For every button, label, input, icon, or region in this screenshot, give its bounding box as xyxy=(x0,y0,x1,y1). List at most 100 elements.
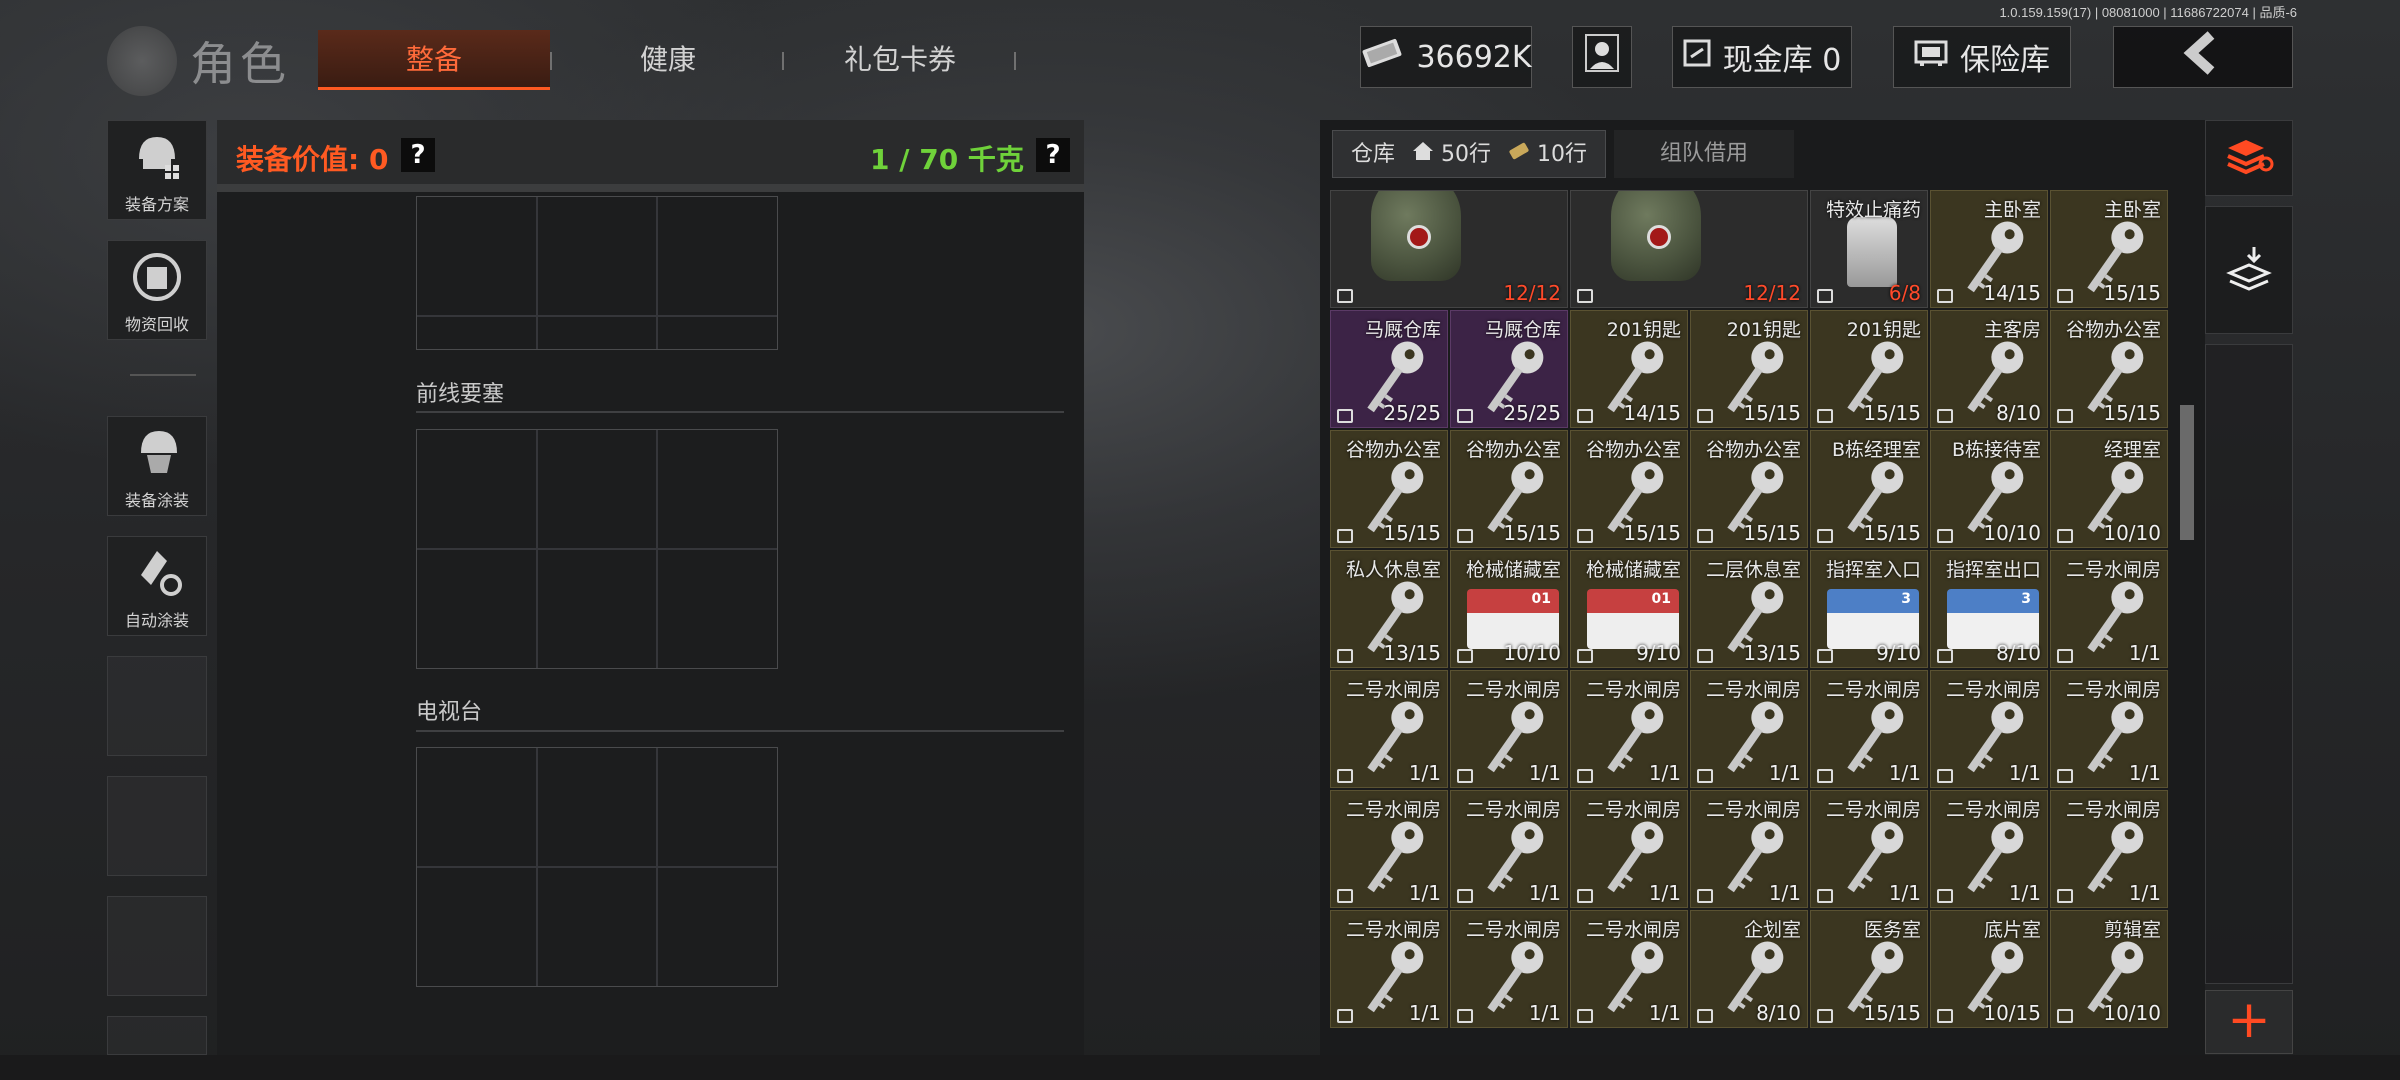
item-quantity: 6/8 xyxy=(1888,281,1921,305)
container-grid[interactable] xyxy=(416,196,778,350)
safe-vault-button[interactable]: 保险库 xyxy=(1893,26,2071,88)
warehouse-item[interactable]: 01 枪械储藏室 10/10 xyxy=(1450,550,1568,668)
warehouse-item[interactable]: 12/12 xyxy=(1570,190,1808,308)
warehouse-item[interactable]: 经理室 10/10 xyxy=(2050,430,2168,548)
warehouse-item[interactable]: 二层休息室 13/15 xyxy=(1690,550,1808,668)
equipment-value-help-icon[interactable]: ? xyxy=(401,138,435,172)
warehouse-item[interactable]: 二号水闸房 1/1 xyxy=(1690,670,1808,788)
warehouse-item[interactable]: 谷物办公室 15/15 xyxy=(1570,430,1688,548)
tab-health[interactable]: 健康 xyxy=(552,30,784,90)
warehouse-item[interactable]: 二号水闸房 1/1 xyxy=(1450,670,1568,788)
tab-gift-cards[interactable]: 礼包卡券 xyxy=(784,30,1016,90)
warehouse-item[interactable]: 二号水闸房 1/1 xyxy=(1570,790,1688,908)
weight-help-icon[interactable]: ? xyxy=(1036,138,1070,172)
item-tag-icon xyxy=(1457,769,1473,783)
warehouse-item[interactable]: B栋接待室 10/10 xyxy=(1930,430,2048,548)
tab-loadout[interactable]: 整备 xyxy=(318,30,550,90)
warehouse-grid: 12/12 12/12 特效止痛药 6/8 主卧室 14/15 主卧室 15/15 马厩仓库 25… xyxy=(1330,190,2170,1055)
sidebar-empty-slot xyxy=(107,1016,207,1055)
warehouse-item[interactable]: 二号水闸房 1/1 xyxy=(1330,910,1448,1028)
item-quantity: 9/10 xyxy=(1876,641,1921,665)
sort-button[interactable] xyxy=(2205,120,2293,196)
warehouse-item[interactable]: 二号水闸房 1/1 xyxy=(1450,910,1568,1028)
item-tag-icon xyxy=(2057,649,2073,663)
sidebar-item-label: 装备涂装 xyxy=(124,491,189,510)
warehouse-item[interactable]: 主卧室 15/15 xyxy=(2050,190,2168,308)
warehouse-item[interactable]: 201钥匙 14/15 xyxy=(1570,310,1688,428)
warehouse-item[interactable]: 二号水闸房 1/1 xyxy=(1930,790,2048,908)
warehouse-item[interactable]: 特效止痛药 6/8 xyxy=(1810,190,1928,308)
trader-button[interactable] xyxy=(1572,26,1632,88)
warehouse-item[interactable]: 二号水闸房 1/1 xyxy=(2050,550,2168,668)
warehouse-item[interactable]: 二号水闸房 1/1 xyxy=(1810,790,1928,908)
warehouse-item[interactable]: 私人休息室 13/15 xyxy=(1330,550,1448,668)
item-tag-icon xyxy=(1457,529,1473,543)
warehouse-item[interactable]: B栋经理室 15/15 xyxy=(1810,430,1928,548)
cash-vault-label: 现金库 0 xyxy=(1722,43,1842,78)
warehouse-item[interactable]: 二号水闸房 1/1 xyxy=(1330,790,1448,908)
sidebar-item-skin[interactable]: 装备涂装 xyxy=(107,416,207,516)
item-tag-icon xyxy=(1817,529,1833,543)
warehouse-item[interactable]: 医务室 15/15 xyxy=(1810,910,1928,1028)
item-name: B栋接待室 xyxy=(1951,439,2041,461)
weight-capacity: 1 / 70 千克 xyxy=(870,143,1024,176)
quick-store-button[interactable] xyxy=(2205,206,2293,334)
item-tag-icon xyxy=(1697,649,1713,663)
tab-warehouse[interactable]: 仓库 50行 10行 xyxy=(1332,130,1607,178)
item-name: 枪械储藏室 xyxy=(1465,559,1561,581)
warehouse-item[interactable]: 二号水闸房 1/1 xyxy=(1690,790,1808,908)
warehouse-item[interactable]: 剪辑室 10/10 xyxy=(2050,910,2168,1028)
warehouse-item[interactable]: 谷物办公室 15/15 xyxy=(1450,430,1568,548)
sidebar-item-label: 物资回收 xyxy=(124,315,189,334)
cash-vault-button[interactable]: 现金库 0 xyxy=(1672,26,1852,88)
item-tag-icon xyxy=(1697,409,1713,423)
warehouse-item[interactable]: 201钥匙 15/15 xyxy=(1690,310,1808,428)
warehouse-item[interactable]: 二号水闸房 1/1 xyxy=(1570,670,1688,788)
warehouse-item[interactable]: 12/12 xyxy=(1330,190,1568,308)
item-name: 剪辑室 xyxy=(2103,919,2161,941)
warehouse-scrollbar[interactable] xyxy=(2180,405,2194,540)
sidebar-item-loadout-plan[interactable]: 装备方案 xyxy=(107,120,207,220)
warehouse-item[interactable]: 3 指挥室出口 8/10 xyxy=(1930,550,2048,668)
sidebar-item-auto-paint[interactable]: 自动涂装 xyxy=(107,536,207,636)
warehouse-item[interactable]: 底片室 10/15 xyxy=(1930,910,2048,1028)
warehouse-item[interactable]: 谷物办公室 15/15 xyxy=(2050,310,2168,428)
page-title: 角色 xyxy=(190,37,290,91)
warehouse-item[interactable]: 二号水闸房 1/1 xyxy=(1570,910,1688,1028)
item-tag-icon xyxy=(1937,649,1953,663)
warehouse-item[interactable]: 二号水闸房 1/1 xyxy=(1810,670,1928,788)
item-tag-icon xyxy=(1937,769,1953,783)
back-button[interactable] xyxy=(2113,26,2293,88)
item-name: 谷物办公室 xyxy=(1585,439,1681,461)
currency-display[interactable]: 36692K xyxy=(1360,26,1532,88)
warehouse-item[interactable]: 马厩仓库 25/25 xyxy=(1450,310,1568,428)
warehouse-item[interactable]: 二号水闸房 1/1 xyxy=(1930,670,2048,788)
tab-team-borrow[interactable]: 组队借用 xyxy=(1614,130,1795,178)
item-quantity: 15/15 xyxy=(1383,521,1441,545)
warehouse-item[interactable]: 主客房 8/10 xyxy=(1930,310,2048,428)
item-quantity: 1/1 xyxy=(1888,761,1921,785)
warehouse-item[interactable]: 01 枪械储藏室 9/10 xyxy=(1570,550,1688,668)
warehouse-item[interactable]: 二号水闸房 1/1 xyxy=(1450,790,1568,908)
item-quantity: 10/15 xyxy=(1983,1001,2041,1025)
container-grid[interactable] xyxy=(416,429,778,669)
item-quantity: 1/1 xyxy=(1768,881,1801,905)
item-quantity: 15/15 xyxy=(2103,401,2161,425)
warehouse-item[interactable]: 马厩仓库 25/25 xyxy=(1330,310,1448,428)
warehouse-item[interactable]: 谷物办公室 15/15 xyxy=(1330,430,1448,548)
back-arrow-icon xyxy=(2183,31,2223,83)
warehouse-item[interactable]: 二号水闸房 1/1 xyxy=(2050,790,2168,908)
item-quantity: 13/15 xyxy=(1383,641,1441,665)
warehouse-item[interactable]: 谷物办公室 15/15 xyxy=(1690,430,1808,548)
item-tag-icon xyxy=(1577,529,1593,543)
warehouse-item[interactable]: 企划室 8/10 xyxy=(1690,910,1808,1028)
warehouse-item[interactable]: 主卧室 14/15 xyxy=(1930,190,2048,308)
container-grid[interactable] xyxy=(416,747,778,987)
warehouse-item[interactable]: 3 指挥室入口 9/10 xyxy=(1810,550,1928,668)
item-name: 企划室 xyxy=(1743,919,1801,941)
sidebar-item-recycle[interactable]: 物资回收 xyxy=(107,240,207,340)
warehouse-item[interactable]: 二号水闸房 1/1 xyxy=(1330,670,1448,788)
add-button[interactable]: + xyxy=(2205,990,2293,1054)
warehouse-item[interactable]: 201钥匙 15/15 xyxy=(1810,310,1928,428)
warehouse-item[interactable]: 二号水闸房 1/1 xyxy=(2050,670,2168,788)
